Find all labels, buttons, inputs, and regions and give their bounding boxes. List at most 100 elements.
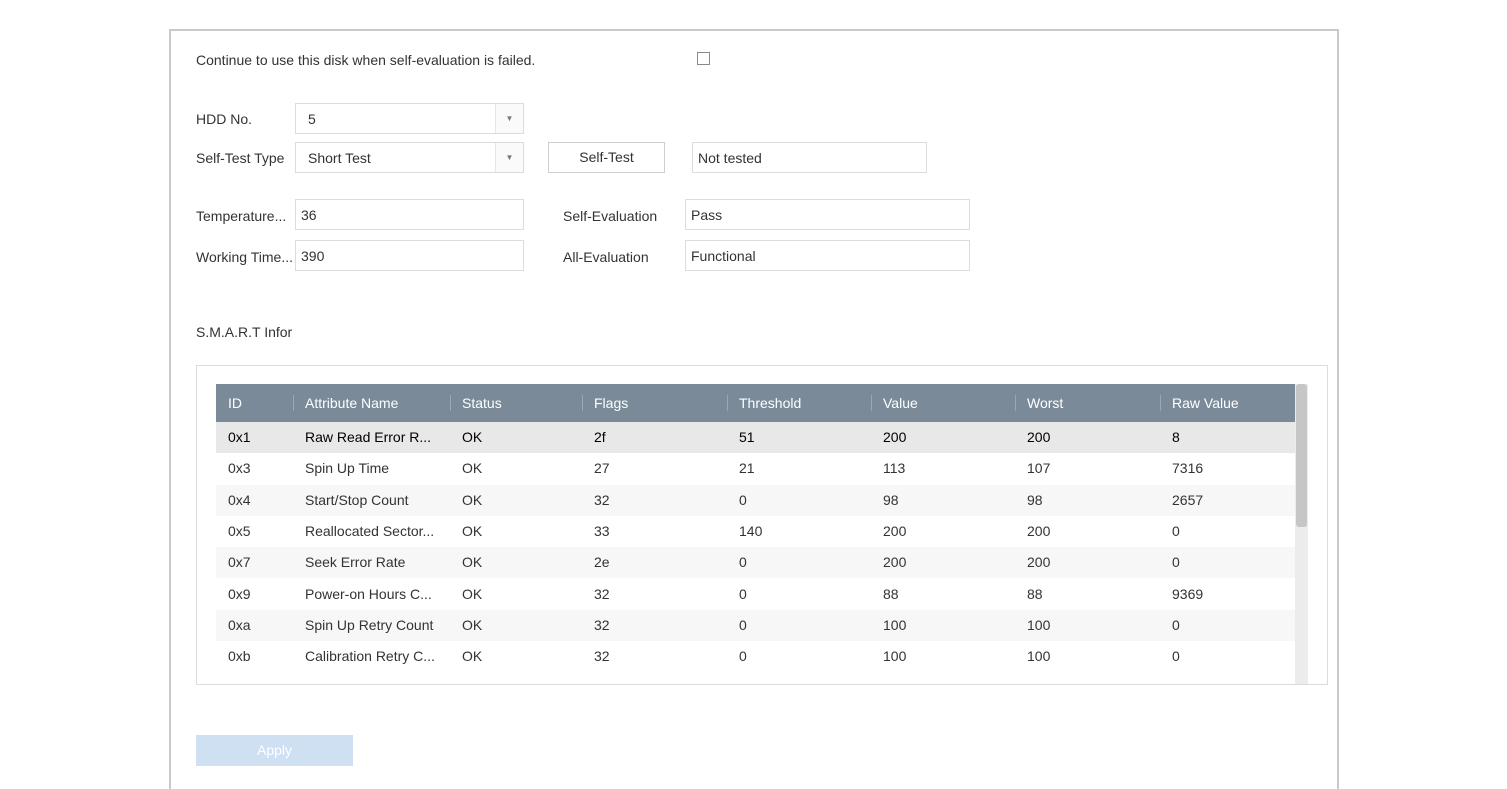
cell-id: 0x3 (228, 460, 251, 477)
column-header-status[interactable]: Status (450, 384, 582, 422)
chevron-down-icon[interactable]: ▼ (495, 143, 523, 172)
cell-id: 0x7 (228, 554, 251, 571)
cell-flags: 2e (594, 554, 610, 571)
cell-id: 0xb (228, 648, 251, 665)
test-status-value: Not tested (698, 150, 762, 166)
cell-flags: 33 (594, 522, 610, 539)
table-scrollbar[interactable] (1295, 384, 1308, 684)
column-header-worst[interactable]: Worst (1015, 384, 1160, 422)
cell-flags: 32 (594, 585, 610, 602)
cell-attribute-name: Spin Up Retry Count (305, 616, 434, 633)
hdd-no-value: 5 (308, 111, 316, 127)
self-evaluation-label: Self-Evaluation (563, 208, 658, 224)
cell-threshold: 140 (739, 522, 763, 539)
table-row[interactable]: 0x9 Power-on Hours C... OK 32 0 88 88 9369 (216, 578, 1295, 610)
table-row[interactable]: 0x5 Reallocated Sector... OK 33 140 200 200 0 (216, 515, 1295, 547)
table-row[interactable]: 0x3 Spin Up Time OK 27 21 113 107 7316 (216, 453, 1295, 485)
cell-threshold: 0 (739, 648, 747, 665)
self-test-button[interactable]: Self-Test (548, 142, 665, 173)
cell-value: 200 (883, 554, 907, 571)
continue-on-failure-label: Continue to use this disk when self-eval… (196, 52, 536, 68)
smart-table-header: ID Attribute Name Status Flags Threshold… (216, 384, 1295, 422)
cell-raw-value: 2657 (1172, 491, 1204, 508)
cell-threshold: 21 (739, 460, 755, 477)
smart-section-title: S.M.A.R.T Infor (196, 324, 293, 340)
cell-threshold: 0 (739, 585, 747, 602)
self-test-type-select[interactable]: Short Test ▼ (295, 142, 524, 173)
hdd-no-label: HDD No. (196, 111, 253, 127)
cell-value: 98 (883, 491, 899, 508)
cell-threshold: 51 (739, 429, 755, 445)
all-evaluation-field: Functional (685, 240, 970, 271)
cell-attribute-name: Seek Error Rate (305, 554, 406, 571)
table-row[interactable]: 0xa Spin Up Retry Count OK 32 0 100 100 0 (216, 609, 1295, 641)
cell-flags: 32 (594, 616, 610, 633)
table-row[interactable]: 0xb Calibration Retry C... OK 32 0 100 100 0 (216, 641, 1295, 673)
temperature-label: Temperature... (196, 208, 287, 224)
cell-status: OK (462, 522, 483, 539)
cell-id: 0xa (228, 616, 251, 633)
cell-worst: 200 (1027, 522, 1051, 539)
cell-attribute-name: Raw Read Error R... (305, 429, 432, 445)
cell-value: 113 (883, 460, 906, 477)
column-header-raw-value[interactable]: Raw Value (1160, 384, 1295, 422)
cell-threshold: 0 (739, 554, 747, 571)
cell-raw-value: 9369 (1172, 585, 1204, 602)
table-row[interactable]: 0x4 Start/Stop Count OK 32 0 98 98 2657 (216, 484, 1295, 516)
cell-raw-value: 8 (1172, 429, 1180, 445)
cell-attribute-name: Power-on Hours C... (305, 585, 432, 602)
hdd-no-select[interactable]: 5 ▼ (295, 103, 524, 134)
cell-threshold: 0 (739, 616, 747, 633)
all-evaluation-label: All-Evaluation (563, 249, 649, 265)
cell-status: OK (462, 616, 483, 633)
cell-id: 0x1 (228, 429, 251, 445)
cell-flags: 32 (594, 491, 610, 508)
cell-attribute-name: Calibration Retry C... (305, 648, 435, 665)
cell-raw-value: 0 (1172, 554, 1180, 571)
column-header-threshold[interactable]: Threshold (727, 384, 871, 422)
table-row[interactable]: 0x1 Raw Read Error R... OK 2f 51 200 200 8 (216, 422, 1295, 453)
test-status-field: Not tested (692, 142, 927, 173)
self-test-type-value: Short Test (308, 150, 371, 166)
cell-flags: 2f (594, 429, 606, 445)
cell-attribute-name: Start/Stop Count (305, 491, 409, 508)
cell-status: OK (462, 491, 483, 508)
self-evaluation-field: Pass (685, 199, 970, 230)
cell-worst: 100 (1027, 648, 1051, 665)
cell-value: 100 (883, 616, 907, 633)
cell-status: OK (462, 585, 483, 602)
cell-raw-value: 7316 (1172, 460, 1204, 477)
cell-attribute-name: Reallocated Sector... (305, 522, 435, 539)
cell-attribute-name: Spin Up Time (305, 460, 390, 477)
cell-status: OK (462, 648, 483, 665)
self-test-type-label: Self-Test Type (196, 150, 285, 166)
cell-flags: 32 (594, 648, 610, 665)
cell-value: 200 (883, 429, 907, 445)
cell-worst: 98 (1027, 491, 1043, 508)
cell-status: OK (462, 554, 483, 571)
all-evaluation-value: Functional (691, 248, 756, 264)
table-row[interactable]: 0x7 Seek Error Rate OK 2e 0 200 200 0 (216, 547, 1295, 579)
cell-worst: 88 (1027, 585, 1043, 602)
working-time-value: 390 (301, 248, 325, 264)
cell-raw-value: 0 (1172, 522, 1180, 539)
cell-raw-value: 0 (1172, 648, 1180, 665)
cell-threshold: 0 (739, 491, 747, 508)
cell-status: OK (462, 429, 483, 445)
cell-worst: 200 (1027, 429, 1051, 445)
apply-button[interactable]: Apply (196, 735, 353, 766)
cell-value: 88 (883, 585, 899, 602)
temperature-field: 36 (295, 199, 524, 230)
column-header-flags[interactable]: Flags (582, 384, 727, 422)
scrollbar-thumb[interactable] (1296, 384, 1307, 527)
cell-value: 200 (883, 522, 907, 539)
column-header-attribute-name[interactable]: Attribute Name (293, 384, 450, 422)
column-header-value[interactable]: Value (871, 384, 1015, 422)
column-header-id[interactable]: ID (216, 384, 293, 422)
continue-on-failure-checkbox[interactable] (697, 52, 710, 65)
chevron-down-icon[interactable]: ▼ (495, 104, 523, 133)
smart-table-body: 0x1 Raw Read Error R... OK 2f 51 200 200 8 0x3 Sp… (216, 422, 1295, 684)
cell-worst: 100 (1027, 616, 1051, 633)
cell-id: 0x4 (228, 491, 251, 508)
smart-table: ID Attribute Name Status Flags Threshold… (196, 365, 1328, 685)
